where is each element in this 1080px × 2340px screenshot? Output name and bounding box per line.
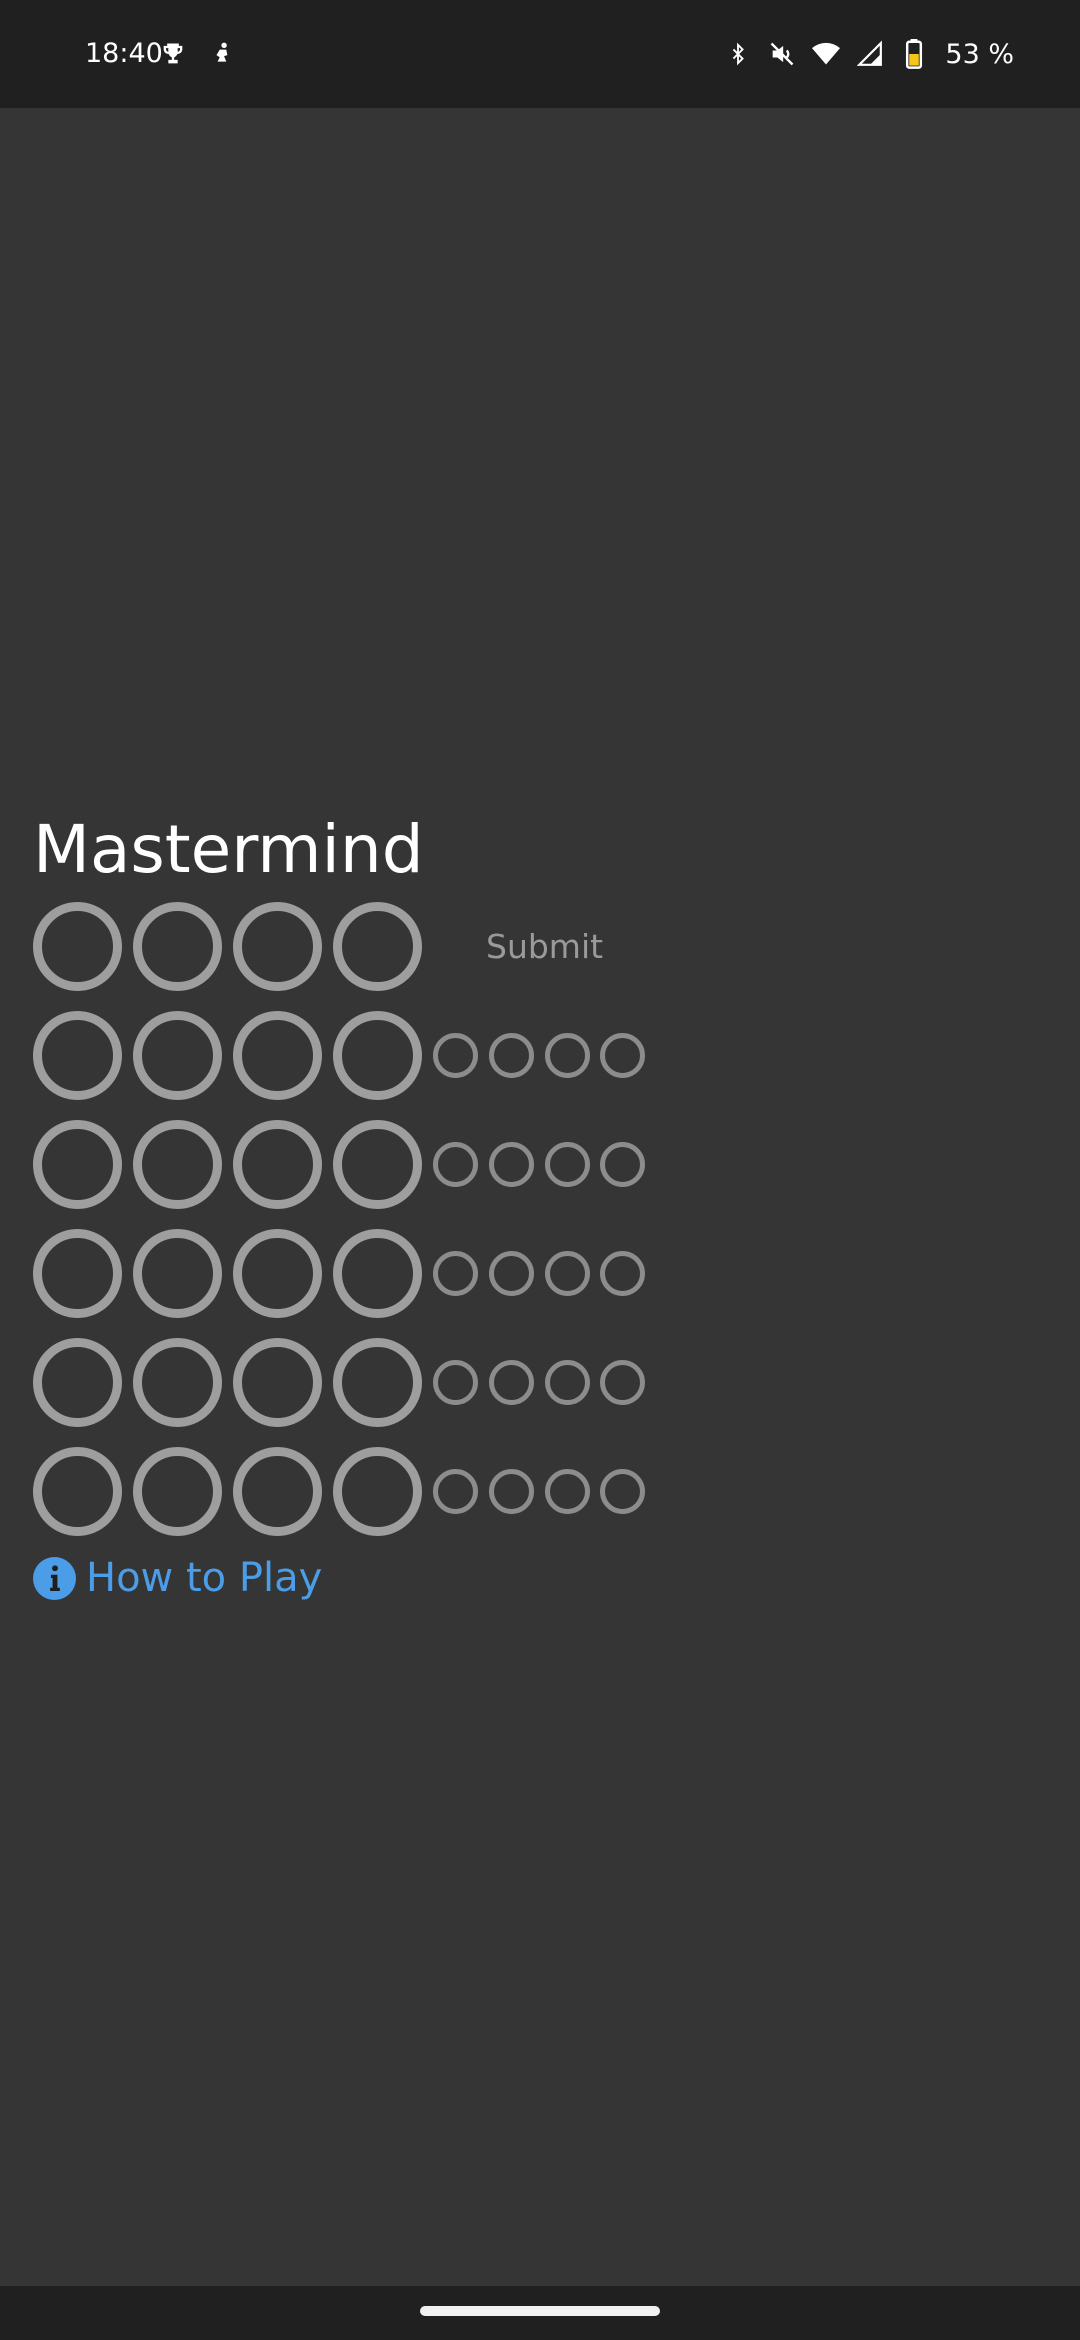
submit-button[interactable]: Submit xyxy=(466,918,623,976)
figure-icon xyxy=(208,39,238,69)
peg-slot[interactable] xyxy=(133,902,222,991)
system-icons: 53 % xyxy=(723,34,1014,74)
peg-slot xyxy=(233,1447,322,1536)
game-board: Submit xyxy=(33,902,733,1556)
peg-slot xyxy=(233,1338,322,1427)
peg-slot xyxy=(33,1229,122,1318)
peg-slot xyxy=(33,1447,122,1536)
peg-slot xyxy=(133,1338,222,1427)
hint-peg xyxy=(600,1142,645,1187)
wifi-icon xyxy=(811,39,841,69)
peg-slot xyxy=(233,1120,322,1209)
peg-slot xyxy=(333,1338,422,1427)
peg-slot[interactable] xyxy=(33,902,122,991)
peg-slot xyxy=(133,1229,222,1318)
hint-peg xyxy=(545,1251,590,1296)
how-to-play-label: How to Play xyxy=(86,1555,323,1601)
status-time: 18:40 xyxy=(85,38,163,69)
hint-peg xyxy=(433,1142,478,1187)
status-bar: 18:40 53 % xyxy=(0,0,1080,108)
how-to-play-link[interactable]: How to Play xyxy=(33,1553,322,1603)
peg-slot xyxy=(33,1338,122,1427)
peg-slot xyxy=(333,1011,422,1100)
hint-peg xyxy=(600,1033,645,1078)
signal-icon xyxy=(855,39,885,69)
hint-peg xyxy=(433,1360,478,1405)
peg-slot xyxy=(333,1229,422,1318)
bluetooth-icon xyxy=(723,39,753,69)
info-icon xyxy=(33,1556,76,1600)
trophy-icon xyxy=(158,39,188,69)
hint-peg xyxy=(600,1251,645,1296)
hint-peg xyxy=(489,1251,534,1296)
hint-peg xyxy=(489,1033,534,1078)
notification-icons xyxy=(158,36,238,72)
mute-icon xyxy=(767,39,797,69)
peg-slot xyxy=(333,1447,422,1536)
hint-peg xyxy=(600,1469,645,1514)
peg-slot xyxy=(233,1229,322,1318)
app-screen: 18:40 53 % Mastermind Submit How to Play xyxy=(0,0,1080,2340)
hint-peg xyxy=(545,1142,590,1187)
peg-slot xyxy=(233,1011,322,1100)
guess-row xyxy=(33,1229,733,1338)
guess-row xyxy=(33,1338,733,1447)
hint-peg xyxy=(433,1033,478,1078)
hint-peg xyxy=(600,1360,645,1405)
hint-peg xyxy=(489,1469,534,1514)
hint-peg xyxy=(489,1360,534,1405)
peg-slot xyxy=(33,1120,122,1209)
navigation-bar xyxy=(0,2286,1080,2340)
guess-row xyxy=(33,1447,733,1556)
peg-slot xyxy=(133,1120,222,1209)
peg-slot[interactable] xyxy=(333,902,422,991)
guess-row xyxy=(33,1011,733,1120)
peg-slot xyxy=(33,1011,122,1100)
game-title: Mastermind xyxy=(33,811,424,888)
hint-peg xyxy=(433,1469,478,1514)
hint-peg xyxy=(545,1360,590,1405)
peg-slot[interactable] xyxy=(233,902,322,991)
battery-percent: 53 % xyxy=(945,38,1014,70)
guess-row xyxy=(33,1120,733,1229)
guess-row-active: Submit xyxy=(33,902,733,1011)
peg-slot xyxy=(333,1120,422,1209)
peg-slot xyxy=(133,1011,222,1100)
hint-peg xyxy=(433,1251,478,1296)
battery-icon xyxy=(899,39,929,69)
hint-peg xyxy=(545,1469,590,1514)
home-indicator[interactable] xyxy=(420,2306,660,2316)
hint-peg xyxy=(489,1142,534,1187)
peg-slot xyxy=(133,1447,222,1536)
hint-peg xyxy=(545,1033,590,1078)
